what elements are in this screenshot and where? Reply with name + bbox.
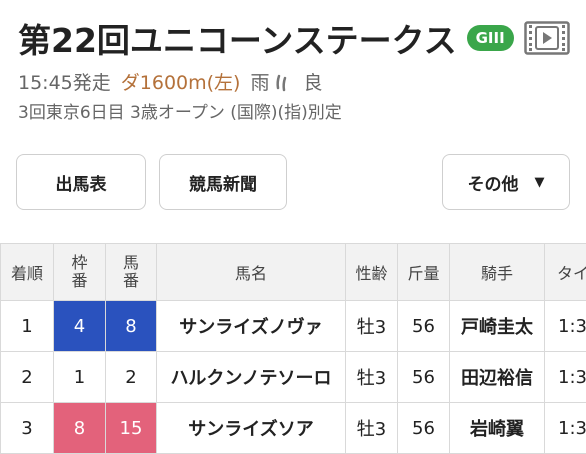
horse-name-link[interactable]: ハルクンノテソーロ bbox=[157, 352, 346, 403]
header-jockey: 騎手 bbox=[450, 244, 545, 301]
row-sex-age: 牡3 bbox=[346, 403, 398, 454]
row-waku: 1 bbox=[54, 352, 106, 403]
course-distance: ダ1600m(左) bbox=[121, 68, 241, 95]
track-condition: 良 bbox=[303, 68, 322, 95]
row-umaban: 15 bbox=[106, 403, 157, 454]
header-time: タイ bbox=[545, 244, 586, 301]
header-umaban: 馬 番 bbox=[106, 244, 157, 301]
row-order: 3 bbox=[1, 403, 54, 454]
row-order: 2 bbox=[1, 352, 54, 403]
header-weight: 斤量 bbox=[398, 244, 450, 301]
row-time: 1:3 bbox=[545, 301, 586, 352]
row-weight: 56 bbox=[398, 352, 450, 403]
row-umaban: 8 bbox=[106, 301, 157, 352]
table-row: 2 1 2 ハルクンノテソーロ 牡3 56 田辺裕信 1:3 bbox=[1, 352, 586, 403]
other-dropdown-label: その他 bbox=[468, 170, 519, 195]
row-order: 1 bbox=[1, 301, 54, 352]
row-weight: 56 bbox=[398, 403, 450, 454]
header-order: 着順 bbox=[1, 244, 54, 301]
header-horse-name: 馬名 bbox=[157, 244, 346, 301]
other-dropdown-button[interactable]: その他 ▼ bbox=[442, 154, 570, 210]
shutuba-button[interactable]: 出馬表 bbox=[16, 154, 146, 210]
race-title: 第22回ユニコーンステークス bbox=[18, 14, 457, 62]
table-row: 1 4 8 サンライズノヴァ 牡3 56 戸崎圭太 1:3 bbox=[1, 301, 586, 352]
table-header-row: 着順 枠 番 馬 番 馬名 性齢 斤量 騎手 タイ bbox=[1, 244, 586, 301]
row-umaban: 2 bbox=[106, 352, 157, 403]
row-time: 1:3 bbox=[545, 403, 586, 454]
shinbun-button[interactable]: 競馬新聞 bbox=[159, 154, 287, 210]
row-waku: 8 bbox=[54, 403, 106, 454]
title-row: 第22回ユニコーンステークス GIII bbox=[18, 14, 570, 62]
header-sex-age: 性齢 bbox=[346, 244, 398, 301]
chevron-down-icon: ▼ bbox=[535, 175, 545, 190]
race-info-line: 15:45発走 ダ1600m(左) 雨 良 bbox=[18, 68, 322, 95]
horse-name-link[interactable]: サンライズソア bbox=[157, 403, 346, 454]
shinbun-button-label: 競馬新聞 bbox=[189, 170, 257, 195]
jockey-link[interactable]: 田辺裕信 bbox=[450, 352, 545, 403]
row-sex-age: 牡3 bbox=[346, 301, 398, 352]
jockey-link[interactable]: 岩崎翼 bbox=[450, 403, 545, 454]
row-time: 1:3 bbox=[545, 352, 586, 403]
jockey-link[interactable]: 戸崎圭太 bbox=[450, 301, 545, 352]
rain-icon bbox=[273, 72, 293, 92]
race-details: 3回東京6日目 3歳オープン (国際)(指)別定 bbox=[18, 98, 342, 123]
shutuba-button-label: 出馬表 bbox=[56, 170, 107, 195]
results-table: 着順 枠 番 馬 番 馬名 性齢 斤量 騎手 タイ 1 4 8 サンライズノヴァ… bbox=[0, 243, 586, 454]
header-waku: 枠 番 bbox=[54, 244, 106, 301]
video-play-icon[interactable] bbox=[524, 21, 570, 55]
grade-badge: GIII bbox=[467, 25, 514, 51]
table-row: 3 8 15 サンライズソア 牡3 56 岩崎翼 1:3 bbox=[1, 403, 586, 454]
row-sex-age: 牡3 bbox=[346, 352, 398, 403]
start-time: 15:45発走 bbox=[18, 68, 111, 95]
horse-name-link[interactable]: サンライズノヴァ bbox=[157, 301, 346, 352]
row-waku: 4 bbox=[54, 301, 106, 352]
weather-label: 雨 bbox=[250, 68, 269, 95]
row-weight: 56 bbox=[398, 301, 450, 352]
